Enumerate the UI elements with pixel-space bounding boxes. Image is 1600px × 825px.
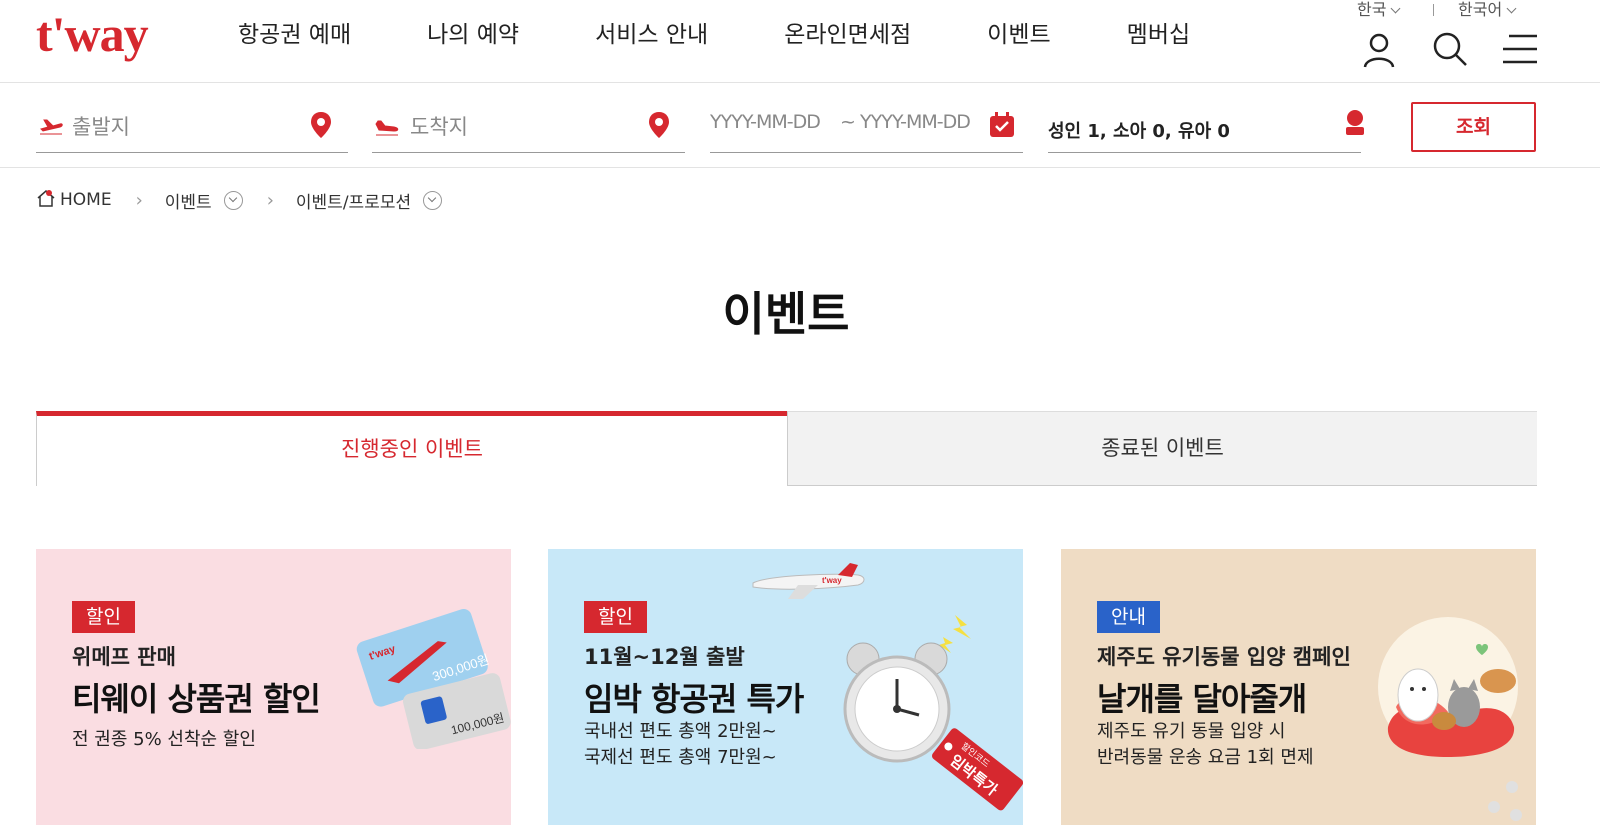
event-subtitle: 위메프 판매: [72, 645, 176, 669]
chevron-down-icon[interactable]: [223, 190, 243, 210]
chevron-down-icon: [1391, 3, 1401, 14]
takeoff-icon: [38, 117, 64, 141]
event-subtitle: 제주도 유기동물 입양 캠페인: [1097, 645, 1351, 669]
date-separator: ~: [840, 111, 856, 133]
pets-illustration: [1378, 617, 1522, 821]
event-title: 날개를 달아줄개: [1097, 680, 1307, 718]
event-card-voucher[interactable]: 할인 위메프 판매 티웨이 상품권 할인 전 권종 5% 선착순 할인 t'wa…: [36, 549, 511, 825]
nav-item-event[interactable]: 이벤트: [987, 18, 1050, 52]
user-icon[interactable]: [1360, 30, 1400, 70]
event-description: 전 권종 5% 선착순 할인: [72, 729, 256, 750]
date-end-placeholder: YYYY-MM-DD: [860, 111, 971, 133]
location-pin-icon[interactable]: [310, 111, 332, 143]
nav-item-my-reservation[interactable]: 나의 예약: [427, 18, 519, 52]
date-range-field[interactable]: YYYY-MM-DD ~ YYYY-MM-DD: [710, 103, 1023, 153]
arrival-placeholder: 도착지: [410, 115, 468, 139]
alarm-clock-image: 할인코드 임박특가: [843, 615, 1023, 811]
menu-icon[interactable]: [1501, 30, 1541, 70]
arrival-field[interactable]: 도착지: [372, 103, 685, 153]
landing-icon: [374, 117, 400, 141]
plane-logo: t'way: [822, 576, 842, 585]
search-icon[interactable]: [1430, 30, 1470, 70]
passenger-summary: 성인 1, 소아 0, 유아 0: [1048, 121, 1230, 142]
breadcrumb-level2[interactable]: 이벤트/프로모션: [296, 188, 411, 213]
breadcrumb-level1[interactable]: 이벤트: [165, 188, 212, 213]
departure-placeholder: 출발지: [72, 115, 130, 139]
date-start-placeholder: YYYY-MM-DD: [710, 111, 821, 133]
location-pin-icon[interactable]: [648, 111, 670, 143]
language-label: 한국어: [1458, 0, 1503, 19]
tway-logo[interactable]: t'way: [36, 6, 149, 62]
event-badge: 할인: [72, 601, 135, 633]
event-title: 임박 항공권 특가: [584, 680, 804, 718]
person-icon: [1344, 109, 1366, 141]
page-title: 이벤트: [722, 287, 850, 341]
chevron-down-icon: [1506, 3, 1517, 14]
country-select[interactable]: 한국: [1357, 0, 1401, 20]
chevron-down-icon[interactable]: [423, 190, 443, 210]
breadcrumb-separator: ›: [135, 189, 143, 211]
nav-item-membership[interactable]: 멤버십: [1127, 18, 1190, 52]
breadcrumb-home[interactable]: HOME: [60, 190, 112, 210]
event-badge: 안내: [1097, 601, 1160, 633]
tab-ongoing-events[interactable]: 진행중인 이벤트: [36, 411, 787, 486]
nav-item-duty-free[interactable]: 온라인면세점: [784, 18, 911, 52]
lang-divider: [1433, 4, 1434, 16]
breadcrumb-separator: ›: [266, 189, 274, 211]
home-icon[interactable]: [36, 188, 56, 213]
search-button[interactable]: 조회: [1411, 102, 1536, 152]
event-description: 국내선 편도 총액 2만원~: [584, 721, 777, 742]
event-card-pet-adoption[interactable]: 안내 제주도 유기동물 입양 캠페인 날개를 달아줄개 제주도 유기 동물 입양…: [1061, 549, 1536, 825]
event-card-last-minute[interactable]: t'way 할인 11월~12월 출발 임박 항공권 특가 국내선 편도 총액 …: [548, 549, 1023, 825]
event-title: 티웨이 상품권 할인: [72, 680, 321, 718]
nav-item-service[interactable]: 서비스 안내: [595, 18, 708, 52]
language-select[interactable]: 한국어: [1458, 0, 1517, 20]
event-badge: 할인: [584, 601, 647, 633]
flight-search-bar: 출발지 도착지 YYYY-MM-DD ~ YYYY-MM-DD 성인 1, 소아…: [0, 83, 1600, 168]
nav-item-booking[interactable]: 항공권 예매: [238, 18, 351, 52]
event-subtitle: 11월~12월 출발: [584, 645, 745, 669]
tab-ended-events[interactable]: 종료된 이벤트: [787, 411, 1537, 486]
event-description-2: 반려동물 운송 요금 1회 면제: [1097, 747, 1314, 768]
calendar-icon[interactable]: [988, 111, 1016, 143]
departure-field[interactable]: 출발지: [36, 103, 348, 153]
voucher-cards-image: t'way 300,000원 100,000원: [356, 609, 511, 749]
breadcrumb: HOME › 이벤트 › 이벤트/프로모션: [36, 186, 443, 214]
main-nav: 항공권 예매 나의 예약 서비스 안내 온라인면세점 이벤트 멤버십: [238, 18, 1266, 52]
event-description-2: 국제선 편도 총액 7만원~: [584, 747, 777, 768]
airplane-image: t'way: [752, 563, 865, 599]
event-description: 제주도 유기 동물 입양 시: [1097, 721, 1286, 742]
passenger-field[interactable]: 성인 1, 소아 0, 유아 0: [1048, 103, 1364, 153]
country-label: 한국: [1357, 0, 1387, 19]
site-header: t'way 항공권 예매 나의 예약 서비스 안내 온라인면세점 이벤트 멤버십…: [0, 0, 1600, 83]
